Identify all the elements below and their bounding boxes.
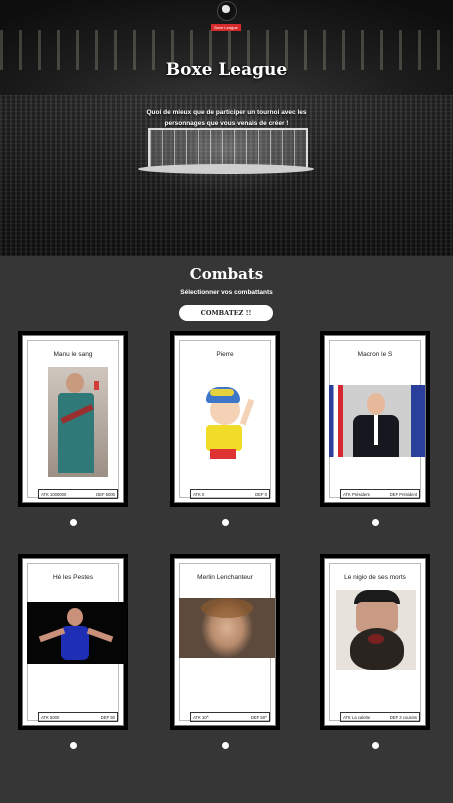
fighter-card[interactable]: Macron le S ATK Président DEF Président [320,331,430,507]
fighter-atk: ATK 1000000 [41,492,67,497]
fighter-select-radio[interactable] [70,742,77,749]
fighter-stats: ATK 0 DEF 0 [190,489,270,499]
fighter-card[interactable]: Merlin Lenchanteur ATK 10^ DEF 50^ [170,554,280,730]
fighter-def: DEF 5000 [96,492,115,497]
fighter-name: Macron le S [357,351,393,358]
fighter-select-radio[interactable] [372,519,379,526]
section-subtitle: Sélectionner vos combattants [180,289,273,296]
fighter-select-radio[interactable] [222,519,229,526]
card-frame: Macron le S ATK Président DEF Président [324,335,426,503]
hero-title: Boxe League [165,60,288,80]
fighter-select-radio[interactable] [372,742,379,749]
card-frame: Manu le sang ATK 1000000 DEF 5000 [22,335,124,503]
section-title: Combats [189,265,264,283]
fighter-card[interactable]: Manu le sang ATK 1000000 DEF 5000 [18,331,128,507]
fighter-atk: ATK 5000 [41,715,60,720]
fighter-name: Manu le sang [53,351,93,358]
fighter-card[interactable]: Hé les Pestes ATK 5000 DEF 50 [18,554,128,730]
logo-tag: Boxe League [211,24,241,31]
card-face: Pierre ATK 0 DEF 0 [179,340,271,499]
card-frame: Merlin Lenchanteur ATK 10^ DEF 50^ [174,558,276,726]
fighter-def: DEF Président [389,492,417,497]
fighter-name: Hé les Pestes [52,574,94,581]
fighter-def: DEF 0 [255,492,267,497]
fighter-stats: ATK 10^ DEF 50^ [190,712,270,722]
card-face: Le nigio de ses morts ATK La calotte DEF… [329,563,421,722]
fighter-stats: ATK Président DEF Président [340,489,420,499]
fighter-atk: ATK La calotte [343,715,371,720]
fighter-def: DEF 50^ [250,715,267,720]
fighter-name: Merlin Lenchanteur [197,574,253,581]
fighter-image [329,385,425,457]
card-face: Manu le sang ATK 1000000 DEF 5000 [27,340,119,499]
fighter-name: Pierre [216,351,234,358]
card-face: Merlin Lenchanteur ATK 10^ DEF 50^ [179,563,275,722]
fighter-name: Le nigio de ses morts [344,574,406,581]
boxing-glove-icon [222,5,230,13]
fighter-image [48,367,108,477]
fighter-image [194,381,266,463]
octagon-floor [138,164,314,174]
fighter-stats: ATK La calotte DEF 3 cousins [340,712,420,722]
hero-subtitle: Quoi de mieux que de participer un tourn… [146,109,307,127]
fighter-def: DEF 3 cousins [389,715,417,720]
fighter-def: DEF 50 [100,715,115,720]
fighter-card[interactable]: Pierre ATK 0 DEF 0 [170,331,280,507]
card-frame: Hé les Pestes ATK 5000 DEF 50 [22,558,127,726]
card-frame: Le nigio de ses morts ATK La calotte DEF… [324,558,426,726]
fight-button[interactable]: COMBATEZ !! [179,305,273,321]
fighter-atk: ATK 10^ [193,715,209,720]
fighter-atk: ATK 0 [193,492,205,497]
card-face: Macron le S ATK Président DEF Président [329,340,425,499]
fighter-image [27,602,127,664]
logo[interactable] [213,1,239,25]
octagon-cage [148,128,308,168]
fighter-card[interactable]: Le nigio de ses morts ATK La calotte DEF… [320,554,430,730]
fighter-stats: ATK 5000 DEF 50 [38,712,118,722]
fighter-atk: ATK Président [343,492,370,497]
card-frame: Pierre ATK 0 DEF 0 [174,335,276,503]
fighter-stats: ATK 1000000 DEF 5000 [38,489,118,499]
fighter-image [336,590,416,670]
fighter-select-radio[interactable] [70,519,77,526]
fighter-image [179,598,275,658]
fighter-select-radio[interactable] [222,742,229,749]
card-face: Hé les Pestes ATK 5000 DEF 50 [27,563,127,722]
